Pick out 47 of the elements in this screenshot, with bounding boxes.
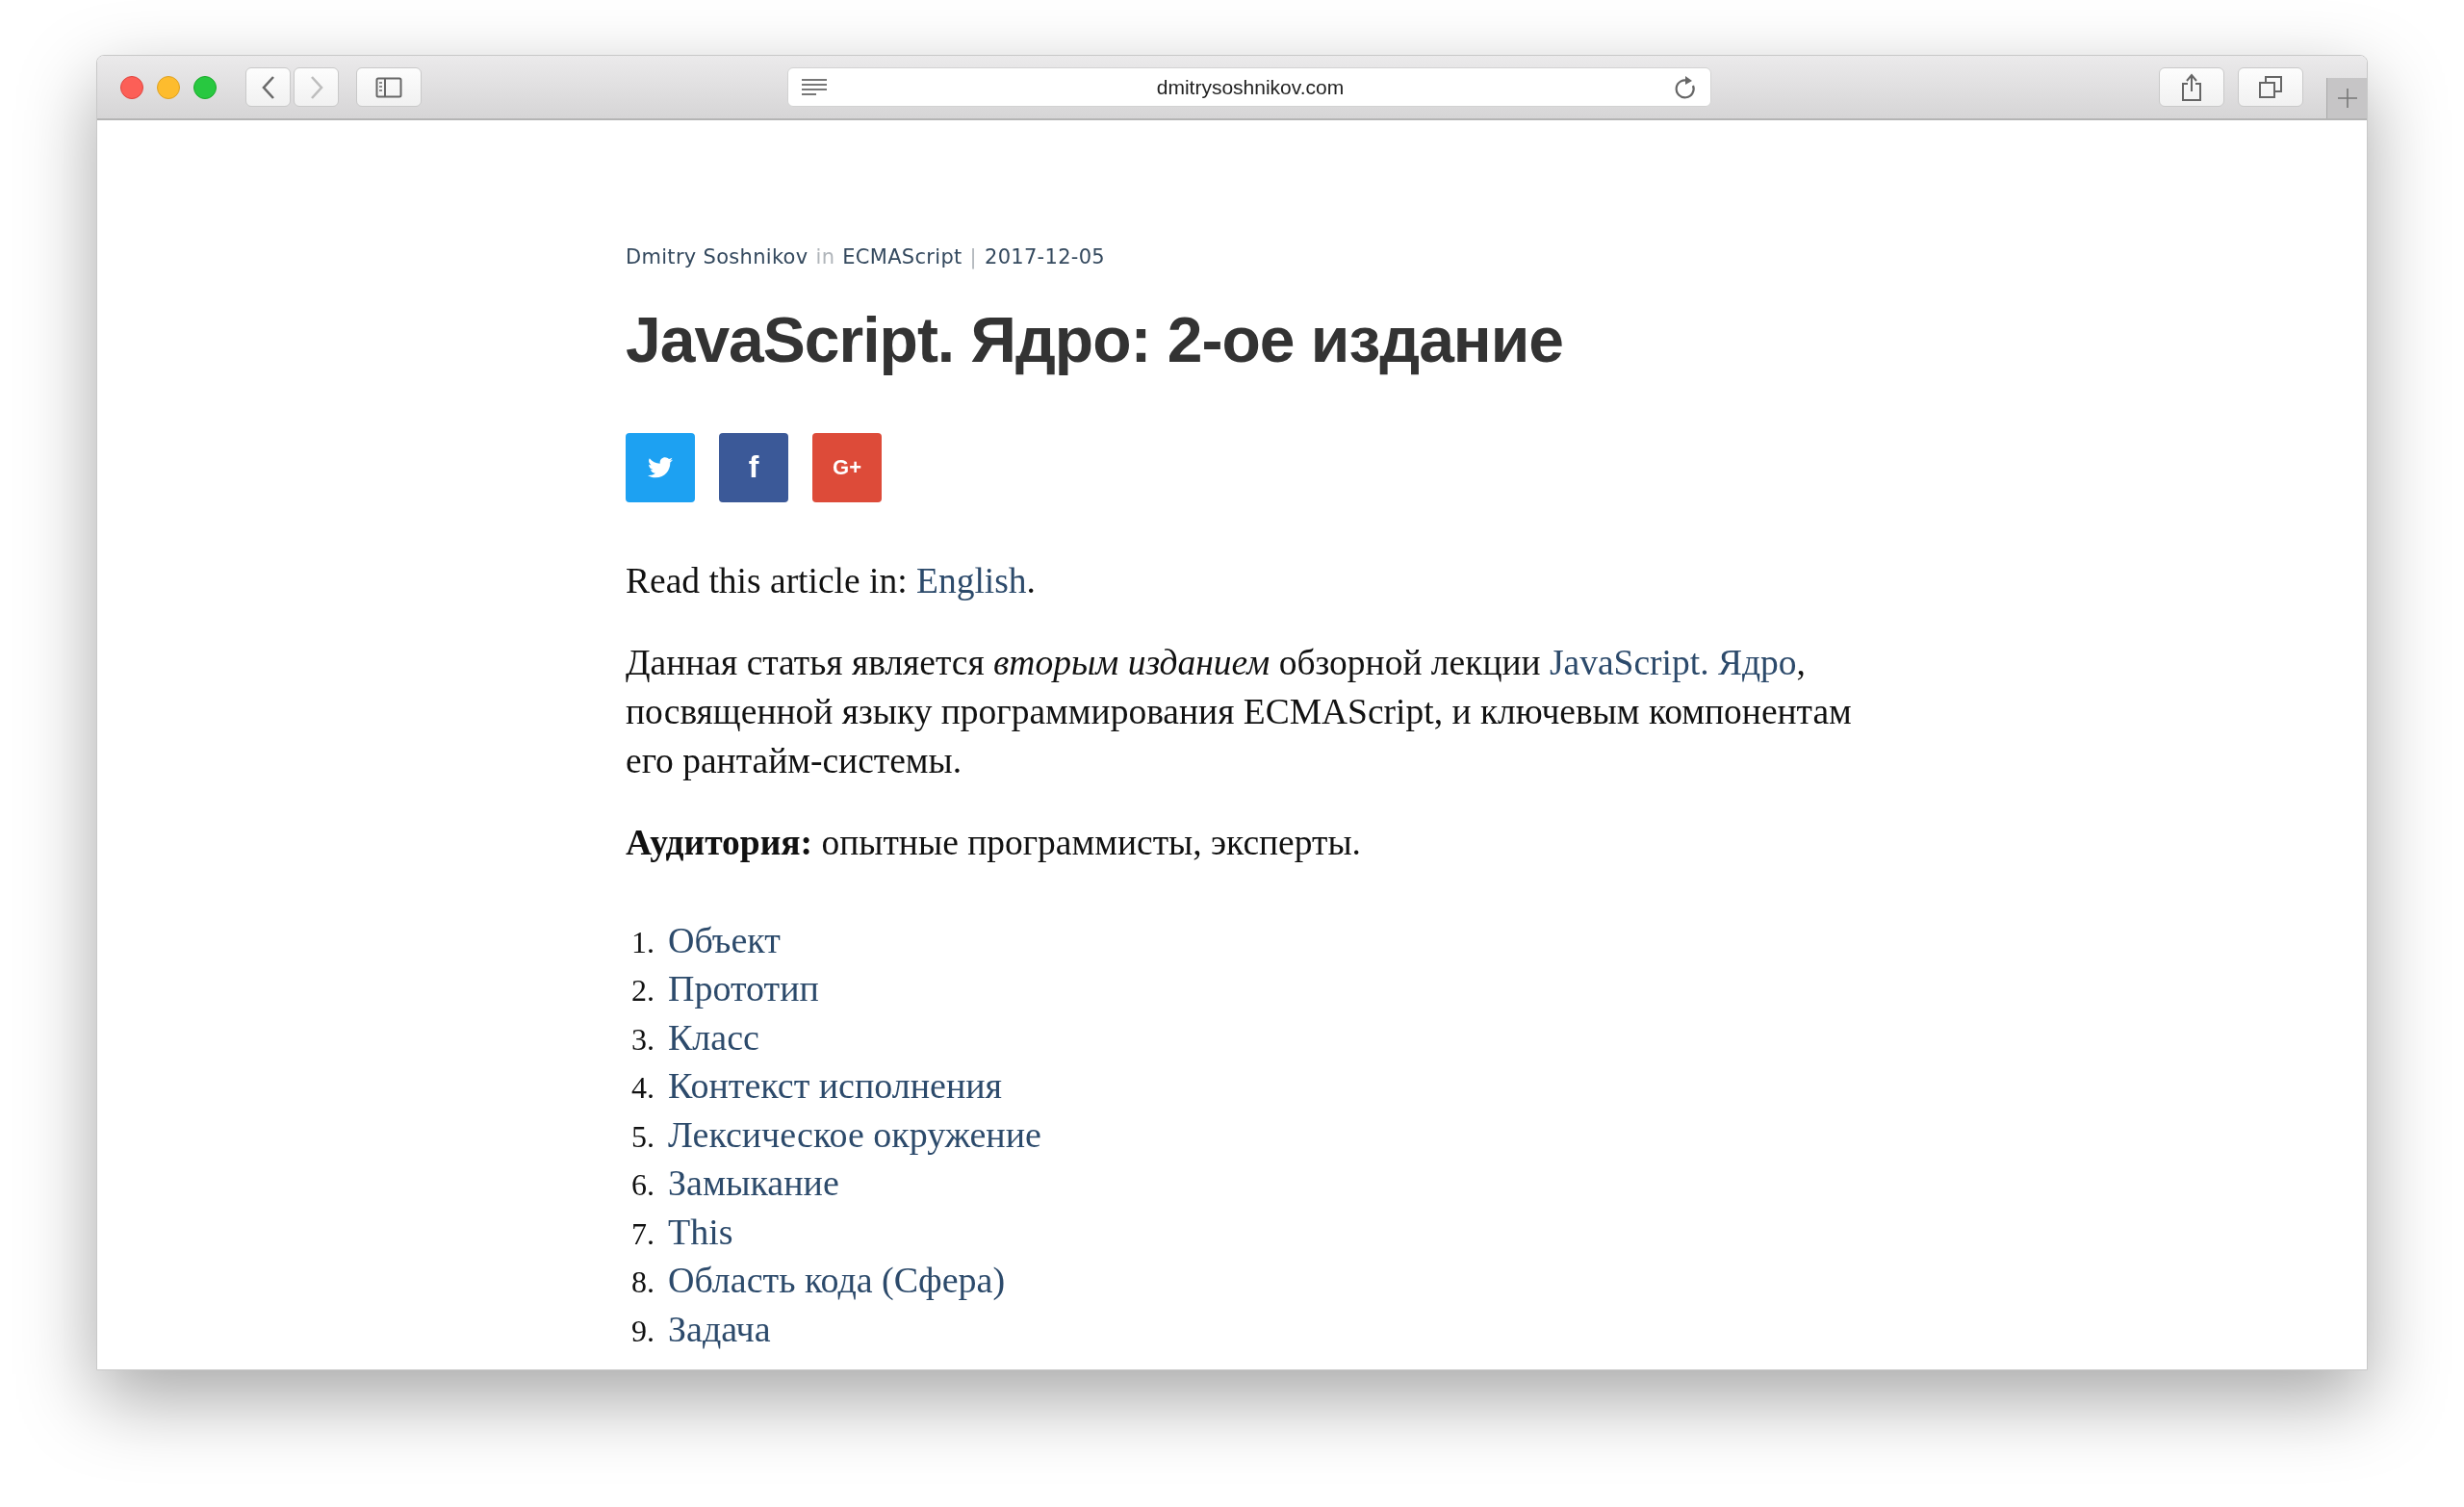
list-number: 2. [630, 973, 654, 1009]
article-link[interactable]: JavaScript. Ядро [1550, 642, 1797, 682]
category-link[interactable]: ECMAScript [842, 245, 962, 268]
contents-link[interactable]: Область кода (Сфера) [668, 1259, 1006, 1302]
zoom-button[interactable] [193, 75, 217, 99]
address-bar[interactable]: dmitrysoshnikov.com [787, 67, 1711, 107]
bird-icon [648, 456, 673, 478]
article-link[interactable]: English [916, 560, 1027, 600]
share-button[interactable] [2159, 67, 2224, 107]
contents-link[interactable]: Объект [668, 918, 781, 961]
author-link[interactable]: Dmitry Soshnikov [626, 245, 808, 268]
contents-link[interactable]: Класс [668, 1015, 759, 1059]
close-button[interactable] [120, 75, 143, 99]
contents-link[interactable]: Лексическое окружение [668, 1112, 1041, 1156]
list-number: 9. [630, 1313, 654, 1349]
google-share-button[interactable]: G+ [812, 432, 882, 502]
list-number: 3. [630, 1021, 654, 1058]
contents-link[interactable]: Контекст исполнения [668, 1064, 1003, 1108]
contents-link[interactable]: This [668, 1210, 733, 1253]
plus-icon [2336, 88, 2358, 109]
contents-link[interactable]: Замыкание [668, 1162, 839, 1205]
sidebar-icon [375, 76, 402, 98]
list-number: 1. [630, 924, 654, 960]
paragraph: Данная статья является вторым изданием обзорной лекции JavaScript. Ядро, посвященной языку программирования ECMAScript, и ключевым компонентам его рантайм-системы. [626, 641, 1853, 782]
sidebar-button[interactable] [356, 67, 422, 107]
paragraph: Аудитория: опытные программисты, эксперты. [626, 821, 1362, 864]
list-number: 4. [630, 1070, 654, 1107]
list-number: 5. [630, 1118, 654, 1155]
paragraph: Read this article in: English. [626, 559, 1037, 602]
meta-separator: | [969, 245, 977, 268]
tabs-icon [2258, 74, 2283, 100]
list-number: 8. [630, 1264, 654, 1301]
twitter-share-button[interactable] [626, 432, 695, 502]
list-number: 6. [630, 1167, 654, 1204]
share-icon [2181, 72, 2202, 102]
url-text: dmitrysoshnikov.com [1155, 75, 1346, 99]
reload-icon[interactable] [1674, 74, 1697, 100]
contents-link[interactable]: Задача [668, 1307, 771, 1350]
article-title: JavaScript. Ядро: 2-ое издание [626, 305, 1564, 375]
back-button[interactable] [245, 67, 291, 107]
meta-in: in [815, 245, 835, 268]
reader-icon[interactable] [802, 77, 827, 97]
contents-link[interactable]: Прототип [668, 967, 819, 1010]
facebook-share-button[interactable]: f [719, 432, 788, 502]
list-number: 7. [630, 1215, 654, 1252]
post-date: 2017-12-05 [984, 245, 1105, 268]
tabs-button[interactable] [2238, 67, 2303, 107]
